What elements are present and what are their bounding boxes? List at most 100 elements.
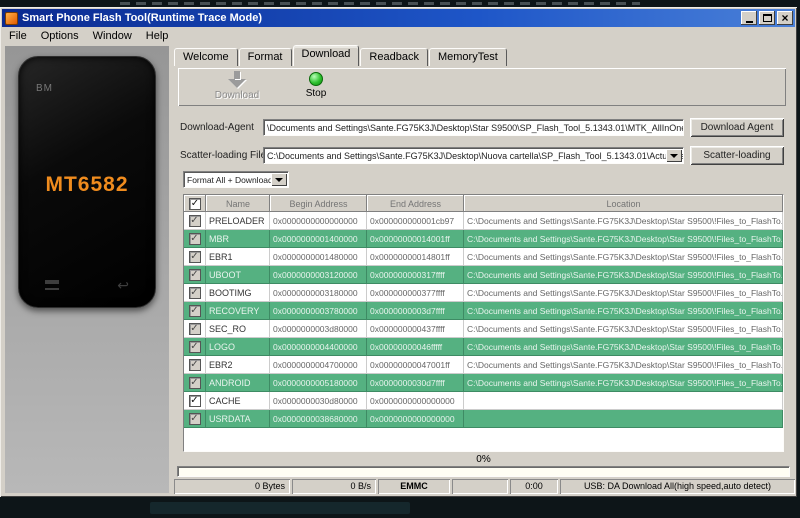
begin-address: 0x0000000038680000 bbox=[270, 410, 367, 428]
phone-preview-panel: BM MT6582 ↩ bbox=[5, 46, 169, 493]
progress-bar bbox=[177, 466, 790, 477]
checkbox-cell: ✓ bbox=[184, 266, 206, 284]
close-button[interactable]: × bbox=[777, 11, 793, 25]
header-end-address: End Address bbox=[367, 195, 464, 212]
file-location: C:\Documents and Settings\Sante.FG75K3J\… bbox=[464, 248, 783, 266]
partition-name: BOOTIMG bbox=[206, 284, 270, 302]
end-address: 0x000000000001cb97 bbox=[367, 212, 464, 230]
toolbar-panel: Download Stop bbox=[178, 68, 786, 106]
partition-checkbox[interactable]: ✓ bbox=[188, 304, 201, 317]
status-bar: 0 Bytes 0 B/s EMMC 0:00 USB: DA Download All… bbox=[174, 479, 795, 494]
file-location: C:\Documents and Settings\Sante.FG75K3J\… bbox=[464, 284, 783, 302]
chevron-down-icon bbox=[275, 177, 283, 182]
tab-download[interactable]: Download bbox=[292, 45, 360, 66]
format-mode-combo[interactable]: Format All + Download bbox=[183, 171, 289, 188]
file-location bbox=[464, 392, 783, 410]
phone-menu-icon bbox=[45, 280, 59, 290]
partition-checkbox[interactable]: ✓ bbox=[188, 358, 201, 371]
partition-row-ebr2[interactable]: ✓ EBR2 0x0000000004700000 0x00000000047001f… bbox=[184, 356, 783, 374]
scatter-file-label: Scatter-loading File bbox=[180, 150, 267, 161]
file-location: C:\Documents and Settings\Sante.FG75K3J\… bbox=[464, 320, 783, 338]
partition-row-uboot[interactable]: ✓ UBOOT 0x0000000003120000 0x000000000317ff… bbox=[184, 266, 783, 284]
tab-welcome[interactable]: Welcome bbox=[174, 48, 238, 66]
minimize-button[interactable] bbox=[741, 11, 757, 25]
end-address: 0x00000000014001ff bbox=[367, 230, 464, 248]
partition-name: EBR2 bbox=[206, 356, 270, 374]
partition-checkbox[interactable]: ✓ bbox=[188, 340, 201, 353]
download-agent-button[interactable]: Download Agent bbox=[690, 118, 784, 137]
partition-name: SEC_RO bbox=[206, 320, 270, 338]
partition-checkbox[interactable]: ✓ bbox=[188, 250, 201, 263]
status-cell-1: 0 B/s bbox=[292, 479, 376, 494]
obscured-page-block bbox=[150, 502, 410, 514]
checkbox-cell: ✓ bbox=[184, 392, 206, 410]
download-agent-label: Download-Agent bbox=[180, 122, 254, 133]
partition-row-cache[interactable]: ✓ CACHE 0x0000000030d80000 0x00000000000000… bbox=[184, 392, 783, 410]
begin-address: 0x0000000001400000 bbox=[270, 230, 367, 248]
partition-name: PRELOADER bbox=[206, 212, 270, 230]
partition-checkbox[interactable]: ✓ bbox=[188, 268, 201, 281]
partition-row-preloader[interactable]: ✓ PRELOADER 0x0000000000000000 0x0000000000… bbox=[184, 212, 783, 230]
partition-checkbox[interactable]: ✓ bbox=[188, 394, 201, 407]
status-cell-2: EMMC bbox=[378, 479, 450, 494]
phone-back-icon: ↩ bbox=[117, 277, 129, 293]
end-address: 0x0000000030d7ffff bbox=[367, 374, 464, 392]
partition-row-android[interactable]: ✓ ANDROID 0x0000000005180000 0x0000000030d7… bbox=[184, 374, 783, 392]
partition-row-bootimg[interactable]: ✓ BOOTIMG 0x0000000003180000 0x000000000377… bbox=[184, 284, 783, 302]
download-tool-button[interactable]: Download bbox=[204, 71, 270, 101]
begin-address: 0x0000000000000000 bbox=[270, 212, 367, 230]
begin-address: 0x0000000004400000 bbox=[270, 338, 367, 356]
checkbox-cell: ✓ bbox=[184, 410, 206, 428]
partition-table-body: ✓ PRELOADER 0x0000000000000000 0x0000000000… bbox=[184, 212, 783, 428]
tab-memorytest[interactable]: MemoryTest bbox=[428, 48, 507, 66]
file-location: C:\Documents and Settings\Sante.FG75K3J\… bbox=[464, 356, 783, 374]
partition-row-usrdata[interactable]: ✓ USRDATA 0x0000000038680000 0x000000000000… bbox=[184, 410, 783, 428]
scatter-file-value: C:\Documents and Settings\Sante.FG75K3J\… bbox=[267, 151, 684, 161]
partition-row-ebr1[interactable]: ✓ EBR1 0x0000000001480000 0x00000000014801f… bbox=[184, 248, 783, 266]
status-cell-0: 0 Bytes bbox=[174, 479, 290, 494]
menu-window[interactable]: Window bbox=[86, 29, 139, 43]
menu-options[interactable]: Options bbox=[34, 29, 86, 43]
phone-chip-label: MT6582 bbox=[45, 173, 129, 196]
select-all-checkbox[interactable]: ✓ bbox=[189, 197, 201, 210]
download-agent-field[interactable]: \Documents and Settings\Sante.FG75K3J\De… bbox=[263, 119, 684, 136]
header-name: Name bbox=[206, 195, 270, 212]
partition-name: USRDATA bbox=[206, 410, 270, 428]
partition-row-recovery[interactable]: ✓ RECOVERY 0x0000000003780000 0x0000000003d… bbox=[184, 302, 783, 320]
partition-table: ✓ Name Begin Address End Address Locatio… bbox=[183, 194, 784, 452]
stop-tool-label: Stop bbox=[305, 88, 327, 99]
download-tool-label: Download bbox=[214, 90, 260, 101]
close-icon: × bbox=[781, 11, 789, 25]
client-area: BM MT6582 ↩ Welcome Format Download Readbac… bbox=[2, 44, 795, 495]
tab-format[interactable]: Format bbox=[238, 48, 292, 66]
partition-checkbox[interactable]: ✓ bbox=[188, 412, 201, 425]
partition-checkbox[interactable]: ✓ bbox=[188, 214, 201, 227]
scatter-file-combo[interactable]: C:\Documents and Settings\Sante.FG75K3J\… bbox=[263, 147, 684, 164]
stop-tool-button[interactable]: Stop bbox=[294, 71, 338, 99]
file-location: C:\Documents and Settings\Sante.FG75K3J\… bbox=[464, 230, 783, 248]
begin-address: 0x0000000005180000 bbox=[270, 374, 367, 392]
format-mode-value: Format All + Download bbox=[187, 175, 273, 185]
menu-file[interactable]: File bbox=[2, 29, 34, 43]
checkbox-cell: ✓ bbox=[184, 302, 206, 320]
partition-checkbox[interactable]: ✓ bbox=[188, 322, 201, 335]
partition-row-sec_ro[interactable]: ✓ SEC_RO 0x0000000003d80000 0x000000000437f… bbox=[184, 320, 783, 338]
end-address: 0x000000000377ffff bbox=[367, 284, 464, 302]
format-dropdown-button[interactable] bbox=[271, 173, 287, 186]
end-address: 0x00000000047001ff bbox=[367, 356, 464, 374]
phone-brand-label: BM bbox=[36, 83, 53, 94]
partition-row-mbr[interactable]: ✓ MBR 0x0000000001400000 0x00000000014001ff… bbox=[184, 230, 783, 248]
maximize-icon bbox=[762, 14, 772, 22]
status-cell-3 bbox=[452, 479, 508, 494]
begin-address: 0x0000000004700000 bbox=[270, 356, 367, 374]
menu-help[interactable]: Help bbox=[139, 29, 176, 43]
tab-readback[interactable]: Readback bbox=[360, 48, 428, 66]
scatter-loading-button[interactable]: Scatter-loading bbox=[690, 146, 784, 165]
scatter-dropdown-button[interactable] bbox=[666, 149, 682, 162]
partition-checkbox[interactable]: ✓ bbox=[188, 376, 201, 389]
partition-row-logo[interactable]: ✓ LOGO 0x0000000004400000 0x00000000046ffff… bbox=[184, 338, 783, 356]
maximize-button[interactable] bbox=[759, 11, 775, 25]
partition-checkbox[interactable]: ✓ bbox=[188, 286, 201, 299]
partition-checkbox[interactable]: ✓ bbox=[188, 232, 201, 245]
file-location: C:\Documents and Settings\Sante.FG75K3J\… bbox=[464, 266, 783, 284]
